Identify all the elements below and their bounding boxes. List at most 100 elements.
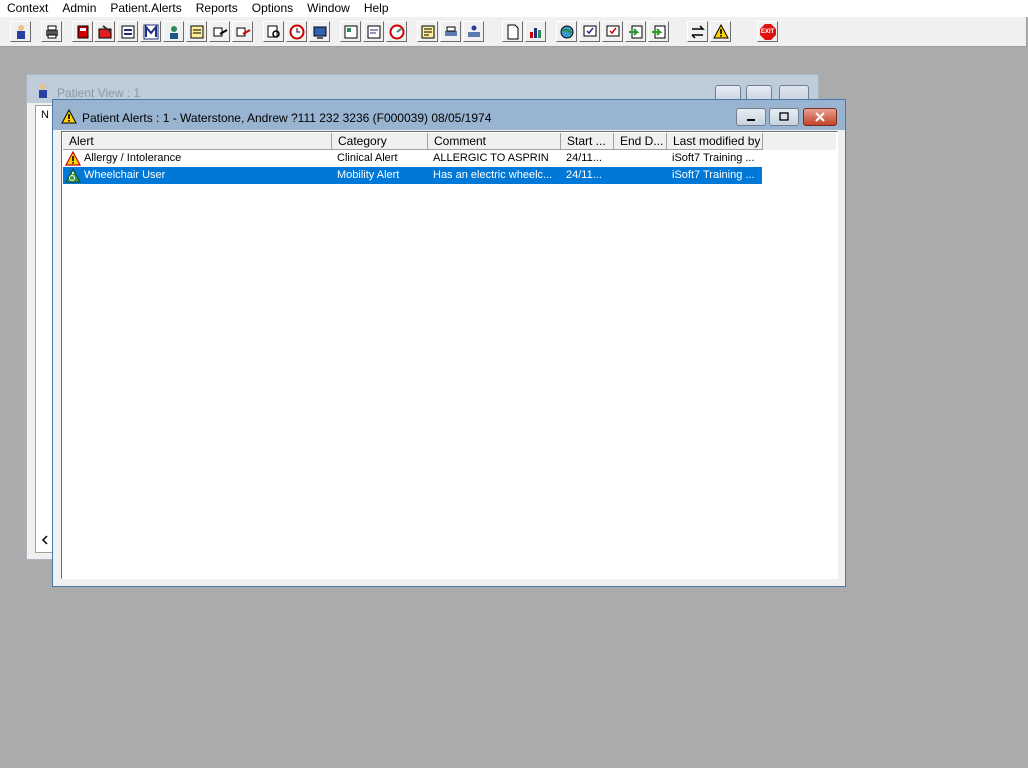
menu-help[interactable]: Help [357, 0, 396, 17]
patient-icon [39, 84, 47, 98]
list-icon [121, 25, 134, 38]
check-doc-icon [583, 25, 596, 36]
menu-bar: Context Admin Patient.Alerts Reports Opt… [0, 0, 1028, 17]
column-header-alert[interactable]: Alert [63, 133, 332, 150]
print-button[interactable] [41, 21, 62, 42]
cell-category: Clinical Alert [337, 152, 398, 164]
magnify-doc-icon [267, 25, 280, 38]
person-icon [169, 25, 178, 39]
arrows-doc-icon [628, 25, 642, 38]
alerts-list-header: Alert Category Comment Start ... End D..… [63, 133, 836, 150]
check-doc-icon [606, 25, 619, 36]
cell-modified-by: iSoft7 Training ... [672, 169, 755, 181]
list-button[interactable] [117, 21, 138, 42]
column-header-start[interactable]: Start ... [561, 133, 614, 150]
menu-patient-alerts[interactable]: Patient.Alerts [103, 0, 188, 17]
maximize-button[interactable] [769, 108, 799, 126]
note-button[interactable] [186, 21, 207, 42]
notepad-button[interactable] [417, 21, 438, 42]
page-button[interactable] [502, 21, 523, 42]
menu-window[interactable]: Window [300, 0, 357, 17]
cell-start: 24/11... [566, 169, 602, 181]
hand-button-1[interactable] [209, 21, 230, 42]
swap-button[interactable] [687, 21, 708, 42]
cell-comment: ALLERGIC TO ASPRIN [433, 152, 549, 164]
menu-context[interactable]: Context [0, 0, 55, 17]
menu-reports[interactable]: Reports [189, 0, 245, 17]
patient-icon [16, 24, 25, 39]
monitor-icon [313, 26, 326, 39]
cell-start: 24/11... [566, 152, 602, 164]
magnify-doc-button[interactable] [263, 21, 284, 42]
minimize-button[interactable] [736, 108, 766, 126]
column-header-last-modified[interactable]: Last modified by [667, 133, 763, 150]
close-icon [815, 112, 825, 122]
toolbar: EXIT [0, 17, 1027, 47]
book-button[interactable] [72, 21, 93, 42]
restore-icon [779, 112, 789, 121]
patient-view-partial-header: N [41, 109, 49, 121]
monitor-button[interactable] [309, 21, 330, 42]
patient-alerts-window: Patient Alerts : 1 - Waterstone, Andrew … [52, 99, 846, 587]
doc-card-button-1[interactable] [340, 21, 361, 42]
cell-category: Mobility Alert [337, 169, 400, 181]
table-row[interactable]: Allergy / Intolerance Clinical Alert ALL… [63, 150, 762, 167]
bar-chart-icon [529, 27, 541, 38]
swap-arrows-icon [690, 24, 705, 39]
person-button[interactable] [163, 21, 184, 42]
printer-icon [444, 26, 457, 36]
printer-person-button[interactable] [463, 21, 484, 42]
check-doc-button-2[interactable] [602, 21, 623, 42]
printer-button[interactable] [440, 21, 461, 42]
m-button[interactable] [140, 21, 161, 42]
patient-button[interactable] [10, 21, 31, 42]
close-button[interactable] [803, 108, 837, 126]
cell-end [619, 150, 667, 167]
cell-alert: Wheelchair User [84, 169, 166, 181]
clock-button[interactable] [286, 21, 307, 42]
warning-icon [712, 23, 729, 38]
gauge-button[interactable] [386, 21, 407, 42]
alerts-list[interactable]: Alert Category Comment Start ... End D..… [61, 131, 838, 579]
warning-icon [61, 109, 77, 124]
patient-view-title: Patient View : 1 [57, 86, 141, 100]
letter-m-icon [143, 23, 158, 39]
patient-alerts-titlebar[interactable]: Patient Alerts : 1 - Waterstone, Andrew … [53, 100, 845, 130]
menu-options[interactable]: Options [245, 0, 300, 17]
doc-card-button-2[interactable] [363, 21, 384, 42]
bar-chart-button[interactable] [525, 21, 546, 42]
cell-alert: Allergy / Intolerance [84, 152, 182, 164]
column-header-category[interactable]: Category [332, 133, 428, 150]
globe-icon [560, 25, 573, 38]
printer-person-icon [467, 25, 480, 37]
folder-edit-button[interactable] [94, 21, 115, 42]
warning-button[interactable] [710, 21, 731, 42]
exit-button[interactable]: EXIT [757, 21, 778, 42]
hand-pointer-icon [213, 27, 227, 36]
arrows-doc-icon [651, 25, 665, 38]
page-icon [507, 24, 518, 39]
cell-comment: Has an electric wheelc... [433, 169, 553, 181]
print-icon [45, 25, 58, 38]
arrows-doc-button-2[interactable] [648, 21, 669, 42]
cell-modified-by: iSoft7 Training ... [672, 152, 755, 164]
column-header-end[interactable]: End D... [614, 133, 667, 150]
chevron-left-icon[interactable] [40, 535, 50, 545]
minimize-icon [747, 119, 755, 121]
patient-alerts-title: Patient Alerts : 1 - Waterstone, Andrew … [82, 111, 492, 125]
cell-end [619, 167, 667, 184]
notepad-icon [421, 25, 434, 38]
gauge-icon [389, 24, 404, 39]
exit-label: EXIT [760, 28, 775, 35]
clock-icon [289, 24, 304, 39]
globe-button[interactable] [556, 21, 577, 42]
menu-admin[interactable]: Admin [55, 0, 103, 17]
folder-edit-icon [98, 24, 112, 38]
hand-button-2[interactable] [232, 21, 253, 42]
table-row[interactable]: Wheelchair User Mobility Alert Has an el… [63, 167, 762, 184]
column-header-comment[interactable]: Comment [428, 133, 561, 150]
check-doc-button-1[interactable] [579, 21, 600, 42]
book-icon [77, 25, 88, 38]
arrows-doc-button-1[interactable] [625, 21, 646, 42]
doc-card-icon [344, 25, 357, 38]
